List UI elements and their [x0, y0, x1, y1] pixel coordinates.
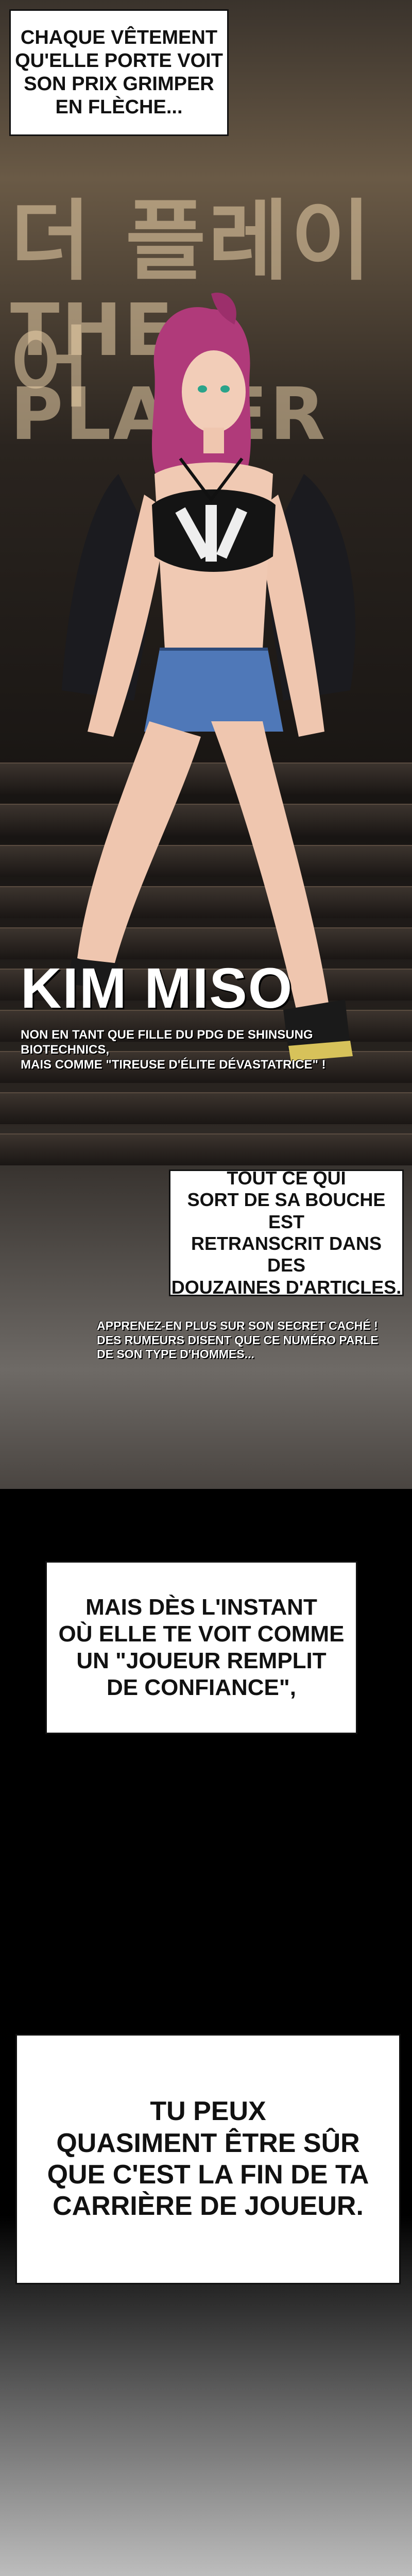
caption-quotes: TOUT CE QUI SORT DE SA BOUCHE EST RETRAN…	[169, 1167, 404, 1298]
secret-note: APPRENEZ-EN PLUS SUR SON SECRET CACHÉ ! …	[97, 1319, 379, 1361]
caption-top: CHAQUE VÊTEMENT QU'ELLE PORTE VOIT SON P…	[9, 9, 229, 136]
caption-end: TU PEUX QUASIMENT ÊTRE SÛR QUE C'EST LA …	[15, 2034, 401, 2284]
character-description: NON EN TANT QUE FILLE DU PDG DE SHINSUNG…	[21, 1028, 326, 1072]
caption-moment: MAIS DÈS L'INSTANT OÙ ELLE TE VOIT COMME…	[45, 1561, 357, 1734]
character-name: KIM MISO	[21, 957, 294, 1020]
